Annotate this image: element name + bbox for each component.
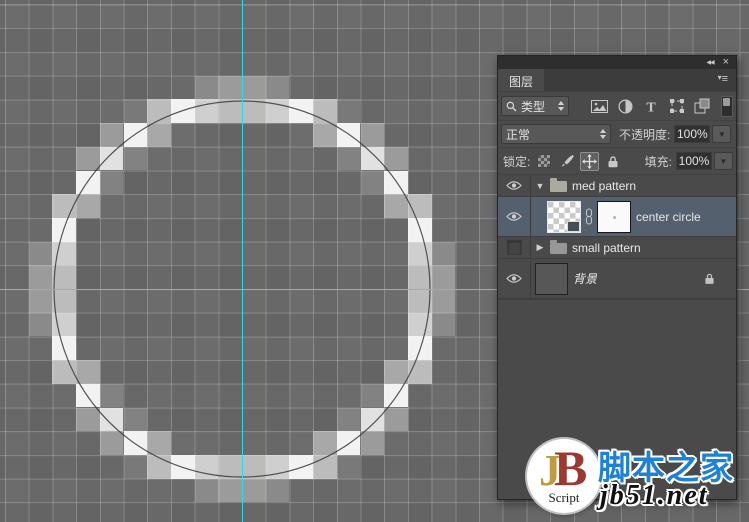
collapse-panel-icon[interactable]: ◀◀ bbox=[706, 60, 713, 66]
transparency-checker-icon bbox=[537, 154, 551, 168]
filter-type-label: 类型 bbox=[521, 98, 545, 115]
layer-thumbnail[interactable] bbox=[535, 263, 568, 295]
filter-shape-layers-button[interactable] bbox=[668, 97, 685, 115]
search-icon bbox=[506, 101, 517, 112]
visibility-toggle[interactable] bbox=[498, 237, 531, 258]
lock-buttons bbox=[534, 152, 622, 171]
filter-type-select[interactable]: 类型 bbox=[501, 96, 569, 116]
eye-icon bbox=[506, 180, 522, 191]
lock-row: 锁定: bbox=[498, 148, 736, 175]
link-mask-icon bbox=[585, 208, 593, 225]
layer-row-background[interactable]: 背景 bbox=[498, 259, 736, 299]
fill-label: 填充: bbox=[645, 153, 672, 170]
text-icon: T bbox=[644, 100, 658, 113]
eye-icon bbox=[506, 273, 522, 284]
layer-list: ▼ med pattern bbox=[498, 175, 736, 300]
close-panel-icon[interactable]: × bbox=[723, 57, 729, 68]
filter-type-layers-button[interactable]: T bbox=[642, 97, 659, 115]
panel-header: ◀◀ × bbox=[498, 56, 736, 69]
brush-icon bbox=[560, 154, 574, 168]
visibility-toggle[interactable] bbox=[498, 259, 531, 298]
panel-menu-icon[interactable]: ▾≡ bbox=[718, 73, 728, 85]
lock-transparency-button[interactable] bbox=[534, 152, 553, 171]
blend-mode-select[interactable]: 正常 bbox=[501, 124, 611, 144]
smart-object-icon bbox=[694, 98, 710, 114]
opacity-dropdown-button[interactable]: ▼ bbox=[712, 125, 731, 143]
visibility-toggle[interactable] bbox=[498, 197, 531, 236]
folder-closed-icon bbox=[550, 243, 567, 254]
fill-value-field[interactable]: 100% bbox=[676, 152, 712, 170]
layer-row-small-pattern[interactable]: ▶ small pattern bbox=[498, 237, 736, 259]
lock-position-button[interactable] bbox=[580, 152, 599, 171]
layer-thumbnail[interactable] bbox=[547, 201, 581, 233]
filtering-toggle-switch[interactable] bbox=[721, 96, 733, 117]
expand-triangle-icon[interactable]: ▶ bbox=[535, 242, 545, 253]
move-icon bbox=[582, 154, 597, 169]
blend-mode-value: 正常 bbox=[506, 126, 530, 143]
layer-row-med-pattern[interactable]: ▼ med pattern bbox=[498, 175, 736, 197]
layer-name[interactable]: 背景 bbox=[573, 270, 597, 287]
svg-text:T: T bbox=[646, 100, 656, 113]
adjustment-icon bbox=[618, 99, 633, 114]
filter-smart-objects-button[interactable] bbox=[694, 97, 711, 115]
combo-spinner-icon bbox=[558, 101, 564, 111]
fill-dropdown-button[interactable]: ▼ bbox=[714, 152, 733, 170]
tab-layers[interactable]: 图层 bbox=[498, 69, 544, 91]
visibility-toggle[interactable] bbox=[498, 175, 531, 196]
image-icon bbox=[591, 100, 608, 113]
lock-icon bbox=[607, 155, 619, 168]
layer-name[interactable]: center circle bbox=[636, 210, 701, 224]
opacity-value-field[interactable]: 100% bbox=[674, 125, 710, 143]
combo-spinner-icon bbox=[600, 129, 606, 139]
filter-adjustment-layers-button[interactable] bbox=[617, 97, 634, 115]
background-lock bbox=[704, 272, 715, 285]
shape-icon bbox=[669, 98, 685, 114]
lock-icon bbox=[704, 272, 715, 285]
expand-triangle-icon[interactable]: ▼ bbox=[535, 181, 545, 191]
layer-row-center-circle[interactable]: center circle bbox=[498, 197, 736, 237]
eye-icon bbox=[506, 211, 522, 222]
filter-pixel-layers-button[interactable] bbox=[591, 97, 608, 115]
photoshop-workspace: ◀◀ × 图层 ▾≡ 类型 bbox=[0, 0, 749, 522]
lock-label: 锁定: bbox=[503, 153, 530, 170]
layer-name[interactable]: small pattern bbox=[572, 241, 641, 255]
vertical-guide[interactable] bbox=[242, 0, 243, 522]
hidden-eye-well bbox=[507, 240, 522, 255]
layer-name[interactable]: med pattern bbox=[572, 179, 636, 193]
layer-mask-thumbnail[interactable] bbox=[597, 201, 631, 233]
folder-open-icon bbox=[550, 181, 567, 192]
lock-all-button[interactable] bbox=[603, 152, 622, 171]
opacity-label: 不透明度: bbox=[619, 126, 670, 143]
blend-mode-row: 正常 不透明度: 100% ▼ bbox=[498, 121, 736, 148]
panel-tab-strip: 图层 ▾≡ bbox=[498, 69, 736, 92]
lock-image-button[interactable] bbox=[557, 152, 576, 171]
layers-panel: ◀◀ × 图层 ▾≡ 类型 bbox=[497, 55, 737, 500]
layer-filter-row: 类型 T bbox=[498, 92, 736, 121]
